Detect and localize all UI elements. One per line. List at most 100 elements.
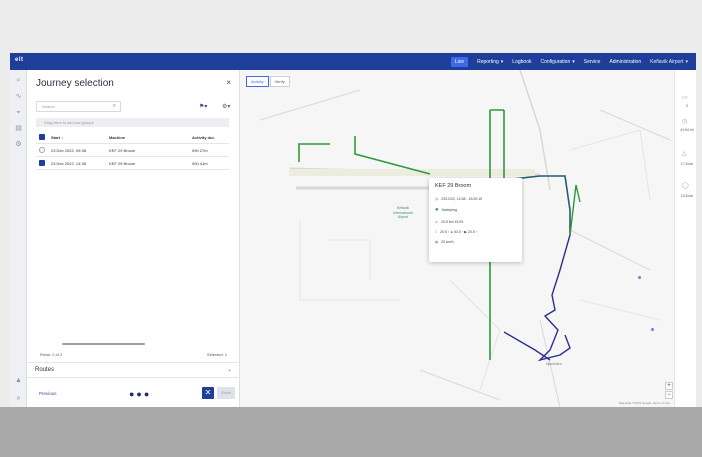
green-route-east: [569, 184, 581, 236]
bottom-letterbox: [0, 407, 702, 457]
chevron-down-icon: ▾: [685, 58, 688, 65]
nav-reporting-label: Reporting: [477, 58, 499, 65]
row-checkbox[interactable]: [39, 160, 45, 166]
app-logo[interactable]: elt: [15, 57, 24, 63]
alert-icon[interactable]: ▲: [14, 376, 23, 385]
search-input[interactable]: Search ⌕: [36, 101, 121, 112]
top-letterbox: [0, 0, 702, 53]
previous-button[interactable]: Previous: [39, 391, 57, 396]
chevron-down-icon: ⌄: [226, 367, 232, 373]
routes-label: Routes: [35, 367, 55, 373]
row-radio[interactable]: [39, 147, 45, 153]
stat-value: 13.8 km: [680, 194, 694, 198]
stat-value: 17.6 km: [680, 162, 694, 166]
screenshot-frame: elt Live Reporting ▾ Logbook Configuratio…: [0, 0, 702, 457]
row-machine: KEF 29 Broom: [109, 148, 136, 153]
status-dot-icon: ●: [435, 207, 439, 213]
row-machine: KEF 29 Broom: [109, 161, 136, 166]
panel-footer: Previous ●●● ✕ Show: [27, 382, 240, 407]
map-pin-icon[interactable]: [651, 328, 654, 331]
route-icon[interactable]: ∿: [14, 92, 23, 101]
triangle-icon: △: [682, 151, 687, 157]
square-icon: ▭: [682, 95, 688, 101]
nav-logbook-label: Logbook: [512, 58, 532, 65]
journey-selection-panel: Journey selection × Search ⌕ ⚑▾ ⚙▾ Drag …: [27, 70, 240, 407]
popup-speeds: 20.5 ↑ ● 40.5 ↑ ▶ 20.5 ↑: [440, 230, 478, 234]
nav-reporting[interactable]: Reporting ▾: [477, 59, 503, 65]
popup-distance-row: ⚠ 20.5 km 15.93: [435, 220, 463, 224]
tab-activity[interactable]: Activity: [246, 76, 269, 87]
horizontal-scrollbar[interactable]: [62, 343, 145, 345]
table-header: Start ↓ Machine Activity dur.: [36, 131, 229, 144]
search-icon: ⌕: [112, 103, 116, 109]
popup-status-row: ● Sweeping: [435, 207, 457, 213]
map-attribution: Map data ©2023 Google Terms of Use: [618, 401, 670, 405]
nav-logbook[interactable]: Logbook: [512, 59, 531, 65]
nav-site-selector[interactable]: Keflavik Airport ▾: [650, 59, 688, 65]
nav-site-label: Keflavik Airport: [650, 58, 684, 65]
place-label: Njardvikur: [546, 362, 562, 366]
nav-service-label: Service: [583, 58, 601, 65]
stat-value: 41:54 hh: [680, 128, 694, 132]
table-row[interactable]: 23 Dec 2022, 14:38 KEF 29 Broom 00h 41m: [36, 157, 229, 170]
speed-icon: ◍: [435, 240, 439, 244]
map-view[interactable]: Activity Verify Keflavik International A…: [240, 70, 674, 407]
top-navbar: elt Live Reporting ▾ Logbook Configuratio…: [10, 53, 696, 70]
column-header-start[interactable]: Start ↓: [51, 135, 63, 140]
selected-count: Selected: 1: [206, 352, 227, 357]
map-mode-tabs: Activity Verify: [246, 76, 290, 87]
pin-icon[interactable]: ⌖: [14, 108, 23, 117]
clear-selection-button[interactable]: ✕: [202, 387, 214, 399]
table-row[interactable]: 23 Dec 2022, 09:38 KEF 29 Broom 09h 27m: [36, 144, 229, 157]
zoom-in-button[interactable]: +: [665, 382, 673, 390]
chevron-down-icon: ▾: [500, 58, 504, 65]
chevron-down-icon: ▾: [572, 58, 575, 65]
nav-configuration[interactable]: Configuration ▾: [540, 59, 574, 65]
tab-verify[interactable]: Verify: [269, 76, 290, 87]
nav-live-label: Live: [454, 58, 465, 65]
right-stats-bar: ▭ 0 ◷ 41:54 hh △ 17.6 km ◯ 13.8 km: [674, 70, 696, 407]
popup-title: KEF 29 Broom: [435, 183, 472, 189]
journey-table: Start ↓ Machine Activity dur. 23 Dec 202…: [36, 131, 229, 170]
map-pin-icon[interactable]: [638, 276, 641, 279]
row-activity: 00h 41m: [192, 161, 208, 166]
vehicle-info-popup: KEF 29 Broom ◷ 23/12/22, 14:38 - 15:20:1…: [429, 178, 522, 262]
app-window: elt Live Reporting ▾ Logbook Configuratio…: [10, 53, 696, 407]
layers-icon[interactable]: ▤: [14, 124, 23, 133]
step-indicator: ●●●: [129, 389, 152, 399]
panel-title: Journey selection: [36, 78, 114, 89]
clock-icon: ◷: [682, 119, 688, 125]
column-header-machine[interactable]: Machine: [109, 135, 125, 140]
close-icon[interactable]: ×: [226, 78, 231, 87]
popup-status: Sweeping: [441, 208, 457, 212]
settings-icon[interactable]: ⚙: [14, 140, 23, 149]
row-start: 23 Dec 2022, 14:38: [51, 161, 86, 166]
warning-icon: ⚠: [435, 220, 439, 224]
zoom-out-button[interactable]: −: [665, 391, 673, 399]
select-all-checkbox[interactable]: [39, 134, 45, 140]
nav-live[interactable]: Live: [450, 56, 469, 67]
runway-highlight: [289, 169, 535, 176]
row-activity: 09h 27m: [192, 148, 208, 153]
routes-section[interactable]: Routes ⌄: [27, 362, 240, 378]
search-placeholder: Search: [42, 104, 55, 109]
show-button[interactable]: Show: [217, 387, 235, 399]
nav-service[interactable]: Service: [584, 59, 601, 65]
column-header-activity[interactable]: Activity dur.: [192, 135, 215, 140]
popup-speed-row: ⌶ 20.5 ↑ ● 40.5 ↑ ▶ 20.5 ↑: [435, 230, 477, 234]
stat-value: 0: [686, 104, 688, 108]
expand-icon[interactable]: »: [14, 394, 23, 403]
clock-icon: ◷: [435, 197, 439, 201]
nav-configuration-label: Configuration: [540, 58, 571, 65]
filter-icon[interactable]: ⚑▾: [199, 103, 207, 110]
circle-icon: ◯: [682, 183, 689, 189]
nav-administration-label: Administration: [609, 58, 642, 65]
nav-administration[interactable]: Administration: [609, 59, 641, 65]
main-menu: Live Reporting ▾ Logbook Configuration ▾ S…: [450, 53, 688, 70]
popup-distance: 20.5 km 15.93: [441, 220, 464, 224]
row-group-dropzone[interactable]: Drag here to set row groups: [36, 118, 229, 127]
gear-icon[interactable]: ⚙▾: [222, 103, 230, 110]
search-icon[interactable]: ⌕: [14, 76, 23, 85]
airport-label: Keflavik International Airport: [393, 206, 413, 219]
popup-extra: 20 km/h: [441, 240, 454, 244]
